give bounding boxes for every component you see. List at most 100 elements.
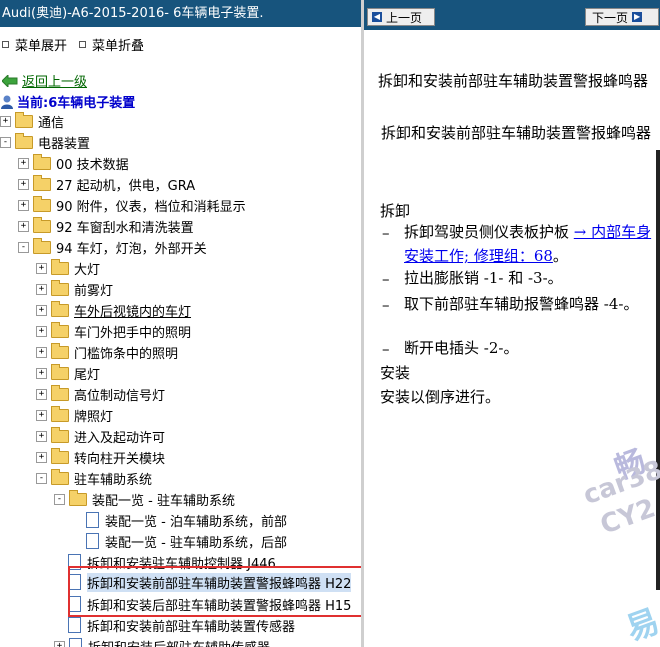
tree-leaf-overview-rear[interactable]: 装配一览 - 驻车辅助系统，后部: [86, 531, 287, 551]
current-location: 当前:6车辆电子装置: [0, 92, 135, 111]
tree-node-electrical[interactable]: - 电器装置: [0, 132, 90, 152]
tree-node-label: 90 附件，仪表，档位和消耗显示: [56, 199, 246, 215]
tree-node-fog-light[interactable]: + 前雾灯: [36, 279, 113, 299]
tree-node-label: 装配一览 - 驻车辅助系统: [92, 493, 235, 509]
expand-toggle-icon[interactable]: +: [36, 283, 47, 295]
highlight-box: [68, 566, 362, 617]
menu-expand-button[interactable]: 菜单展开: [0, 35, 67, 54]
navigation-panel: Audi(奥迪)-A6-2015-2016- 6车辆电子装置. 菜单展开 菜单折…: [0, 0, 362, 647]
expand-toggle-icon[interactable]: +: [36, 388, 47, 400]
prev-page-label: 上一页: [386, 10, 423, 25]
user-location-icon: [1, 95, 13, 109]
document-icon: [86, 512, 99, 528]
expand-icon: [2, 40, 9, 48]
tree-node-label: 装配一览 - 泊车辅助系统，前部: [105, 514, 287, 530]
collapse-toggle-icon[interactable]: -: [54, 493, 65, 505]
collapse-toggle-icon[interactable]: -: [18, 241, 29, 253]
tree-node-label: 大灯: [74, 262, 101, 278]
tree-node-label: 车外后视镜内的车灯: [74, 304, 192, 320]
menu-collapse-button[interactable]: 菜单折叠: [77, 35, 144, 54]
tree-leaf-front-sensor[interactable]: 拆卸和安装前部驻车辅助装置传感器: [68, 615, 295, 635]
tree-node-27[interactable]: + 27 起动机，供电，GRA: [18, 174, 195, 194]
back-row[interactable]: 返回上一级: [2, 71, 87, 90]
expand-toggle-icon[interactable]: +: [18, 220, 29, 232]
tree-node-label: 92 车窗刮水和清洗装置: [56, 220, 194, 236]
tree-node-label: 拆卸和安装后部驻车辅助传感器: [88, 637, 270, 647]
step-bullet: –: [382, 296, 390, 314]
expand-toggle-icon[interactable]: +: [36, 325, 47, 337]
folder-icon: [33, 216, 51, 233]
expand-toggle-icon[interactable]: +: [36, 430, 47, 442]
menu-collapse-label: 菜单折叠: [92, 38, 145, 54]
collapse-toggle-icon[interactable]: -: [0, 136, 11, 148]
expand-toggle-icon[interactable]: +: [36, 409, 47, 421]
tree-node-assembly-overview[interactable]: - 装配一览 - 驻车辅助系统: [54, 489, 235, 509]
tree-node-mirror-light[interactable]: + 车外后视镜内的车灯: [36, 300, 191, 320]
tree-node-94[interactable]: - 94 车灯，灯泡，外部开关: [18, 237, 207, 257]
install-section-title: 安装: [380, 364, 411, 382]
tree-node-plate-light[interactable]: + 牌照灯: [36, 405, 113, 425]
tree-node-sill-light[interactable]: + 门槛饰条中的照明: [36, 342, 178, 362]
back-arrow-icon: [2, 74, 18, 87]
content-panel: ◀ 上一页 下一页 ▶ 拆卸和安装前部驻车辅助装置警报蜂鸣器 拆卸和安装前部驻车…: [364, 0, 660, 647]
tree-node-92[interactable]: + 92 车窗刮水和清洗装置: [18, 216, 194, 236]
tree-node-label: 高位制动信号灯: [74, 388, 166, 404]
tree-node-00[interactable]: + 00 技术数据: [18, 153, 129, 173]
step-bullet: –: [382, 340, 390, 358]
tree-node-label: 电器装置: [38, 136, 91, 152]
folder-open-icon: [15, 132, 33, 149]
watermark-text: 易: [621, 601, 660, 647]
folder-icon: [33, 174, 51, 191]
back-link[interactable]: 返回上一级: [22, 71, 87, 90]
expand-toggle-icon[interactable]: +: [54, 640, 65, 647]
figure-image: [656, 150, 660, 590]
tree-node-label: 车门外把手中的照明: [74, 325, 192, 341]
step-1-text: 拆卸驾驶员侧仪表板护板: [404, 223, 574, 241]
expand-toggle-icon[interactable]: +: [36, 262, 47, 274]
step-1-after: 。: [552, 247, 568, 265]
content-heading-1: 拆卸和安装前部驻车辅助装置警报蜂鸣器: [378, 72, 649, 90]
folder-icon: [51, 321, 69, 338]
tree-node-tail-light[interactable]: + 尾灯: [36, 363, 100, 383]
menu-row: 菜单展开 菜单折叠: [0, 34, 154, 54]
folder-icon: [33, 195, 51, 212]
tree-node-90[interactable]: + 90 附件，仪表，档位和消耗显示: [18, 195, 246, 215]
tree-node-headlight[interactable]: + 大灯: [36, 258, 100, 278]
tree-node-entry-start[interactable]: + 进入及起动许可: [36, 426, 165, 446]
tree-leaf-rear-sensor[interactable]: + 拆卸和安装后部驻车辅助传感器: [54, 636, 270, 647]
tree-node-steering-switch[interactable]: + 转向柱开关模块: [36, 447, 165, 467]
right-arrow-icon: ▶: [632, 12, 643, 22]
expand-toggle-icon[interactable]: +: [36, 367, 47, 379]
folder-icon: [33, 153, 51, 170]
folder-icon: [51, 342, 69, 359]
tree-node-label: 驻车辅助系统: [74, 472, 153, 488]
step-1: 拆卸驾驶员侧仪表板护板 → 内部车身安装工作; 修理组：68。: [404, 220, 654, 268]
folder-icon: [51, 405, 69, 422]
expand-toggle-icon[interactable]: +: [36, 346, 47, 358]
folder-icon: [51, 279, 69, 296]
next-page-button[interactable]: 下一页 ▶: [585, 8, 659, 26]
tree-node-label: 拆卸和安装前部驻车辅助装置传感器: [87, 619, 296, 635]
current-location-label: 当前:6车辆电子装置: [17, 96, 136, 111]
tree-node-label: 尾灯: [74, 367, 101, 383]
tree-node-door-handle-light[interactable]: + 车门外把手中的照明: [36, 321, 191, 341]
expand-toggle-icon[interactable]: +: [18, 178, 29, 190]
expand-toggle-icon[interactable]: +: [36, 451, 47, 463]
folder-icon: [51, 300, 69, 317]
prev-page-button[interactable]: ◀ 上一页: [367, 8, 435, 26]
tree-node-label: 通信: [38, 115, 65, 131]
collapse-toggle-icon[interactable]: -: [36, 472, 47, 484]
tree-node-communication[interactable]: + 通信: [0, 111, 64, 131]
tree-node-label: 牌照灯: [74, 409, 114, 425]
expand-toggle-icon[interactable]: +: [0, 115, 11, 127]
tree-node-parking-assist[interactable]: - 驻车辅助系统: [36, 468, 152, 488]
tree-leaf-overview-front[interactable]: 装配一览 - 泊车辅助系统，前部: [86, 510, 287, 530]
tree-node-label: 进入及起动许可: [74, 430, 166, 446]
folder-icon: [51, 258, 69, 275]
folder-icon: [15, 111, 33, 128]
expand-toggle-icon[interactable]: +: [18, 157, 29, 169]
content-heading-2: 拆卸和安装前部驻车辅助装置警报蜂鸣器: [381, 124, 652, 142]
tree-node-brake-light[interactable]: + 高位制动信号灯: [36, 384, 165, 404]
expand-toggle-icon[interactable]: +: [18, 199, 29, 211]
expand-toggle-icon[interactable]: +: [36, 304, 47, 316]
